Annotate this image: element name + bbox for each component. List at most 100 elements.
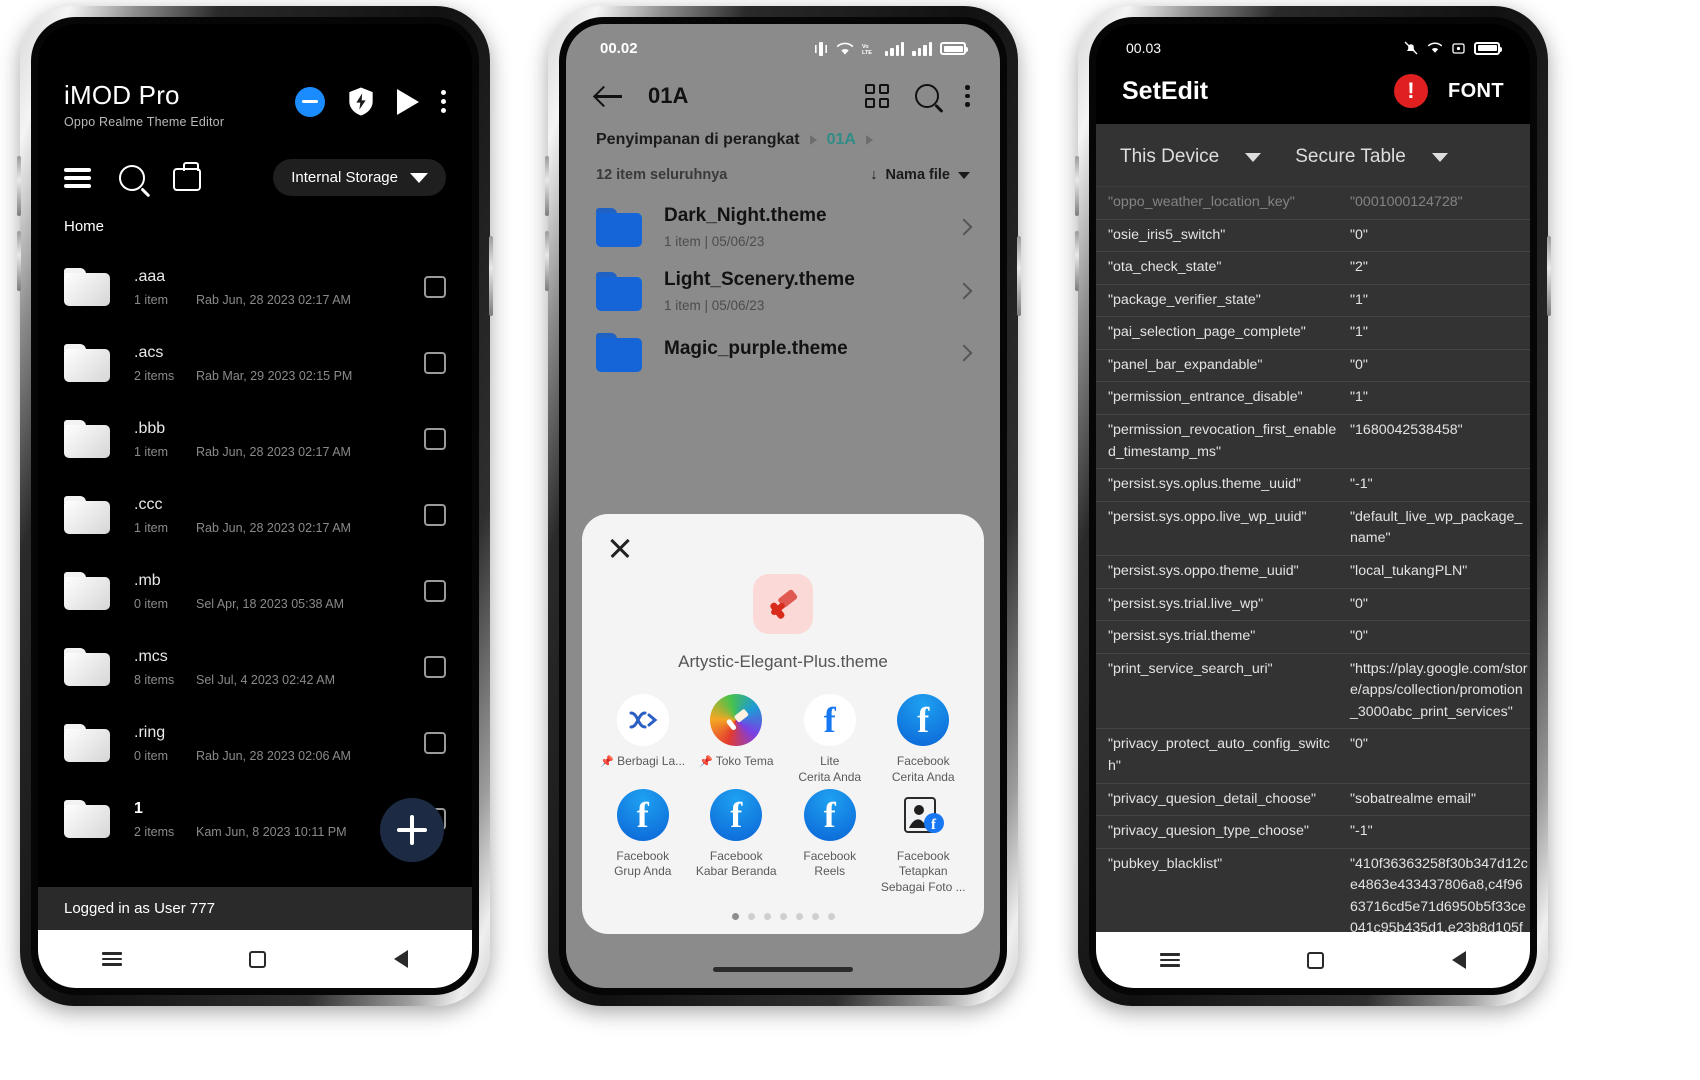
settings-row[interactable]: "osie_iris5_switch" "0" xyxy=(1096,218,1530,252)
file-list[interactable]: .aaa 1 item Rab Jun, 28 2023 02:17 AM .acs 2… xyxy=(38,235,472,887)
minus-circle-icon[interactable] xyxy=(295,86,325,117)
overflow-menu-icon[interactable] xyxy=(965,85,970,107)
file-checkbox[interactable] xyxy=(424,732,446,754)
settings-table[interactable]: "oppo_weather_location_key" "000100012472… xyxy=(1096,186,1530,932)
share-target[interactable]: 📌 Toko Tema xyxy=(690,694,784,785)
settings-row[interactable]: "pubkey_blacklist" "410f36363258f30b347d1… xyxy=(1096,847,1530,932)
share-target[interactable]: f Facebook Tetapkan Sebagai Foto ... xyxy=(877,789,971,895)
settings-row[interactable]: "persist.sys.trial.live_wp" "0" xyxy=(1096,587,1530,621)
share-target[interactable]: f Facebook Grup Anda xyxy=(596,788,690,895)
settings-row[interactable]: "persist.sys.oppo.theme_uuid" "local_tuka… xyxy=(1096,554,1530,588)
pager-dot[interactable] xyxy=(747,913,755,920)
power-button[interactable] xyxy=(489,236,493,316)
power-button-2[interactable] xyxy=(1017,236,1021,316)
settings-row[interactable]: "package_verifier_state" "1" xyxy=(1096,283,1530,317)
pager-dots[interactable] xyxy=(582,913,984,920)
power-button-3[interactable] xyxy=(1547,236,1551,316)
breadcrumb[interactable]: Penyimpanan di perangkat 01A xyxy=(566,109,1000,149)
pager-dot[interactable] xyxy=(795,913,803,920)
volume-up-button[interactable] xyxy=(17,156,21,216)
settings-row[interactable]: "persist.sys.oplus.theme_uuid" "-1" xyxy=(1096,468,1530,501)
settings-row[interactable]: "privacy_quesion_detail_choose" "sobatrea… xyxy=(1096,782,1530,816)
file-row[interactable]: Light_Scenery.theme 1 item | 05/06/23 xyxy=(566,259,1000,323)
folder-icon xyxy=(64,724,110,762)
file-row[interactable]: .ccc 1 item Rab Jun, 28 2023 02:17 AM xyxy=(38,477,472,553)
settings-row[interactable]: "privacy_protect_auto_config_switch" "0" xyxy=(1096,728,1530,782)
device-selector[interactable]: This Device xyxy=(1120,146,1262,168)
font-button[interactable]: FONT xyxy=(1448,80,1504,103)
share-target[interactable]: f Lite Cerita Anda xyxy=(783,694,877,785)
pager-dot[interactable] xyxy=(731,913,739,920)
share-target-grid[interactable]: 📌 Berbagi La... 📌 Toko Tema f Lite Cerita Anda… xyxy=(582,672,984,895)
search-icon[interactable] xyxy=(915,84,940,108)
share-target[interactable]: f Facebook Kabar Beranda xyxy=(690,788,784,895)
recents-icon[interactable] xyxy=(101,952,122,966)
close-icon[interactable] xyxy=(608,536,632,560)
file-row[interactable]: .bbb 1 item Rab Jun, 28 2023 02:17 AM xyxy=(38,401,472,477)
share-target[interactable]: f Facebook Reels xyxy=(783,788,877,895)
pager-dot[interactable] xyxy=(811,913,819,920)
shield-bolt-icon[interactable] xyxy=(347,86,375,117)
share-target[interactable]: f Facebook Cerita Anda xyxy=(877,694,971,785)
file-row[interactable]: Dark_Night.theme 1 item | 05/06/23 xyxy=(566,195,1000,259)
file-row[interactable]: .aaa 1 item Rab Jun, 28 2023 02:17 AM xyxy=(38,249,472,325)
briefcase-icon[interactable] xyxy=(173,162,201,191)
play-icon[interactable] xyxy=(397,88,419,115)
breadcrumb-current[interactable]: 01A xyxy=(827,131,856,149)
file-row[interactable]: .acs 2 items Rab Mar, 29 2023 02:15 PM xyxy=(38,325,472,401)
volume-up-button-3[interactable] xyxy=(1075,156,1079,216)
folder-icon xyxy=(64,420,110,458)
file-row[interactable]: .ring 0 item Rab Jun, 28 2023 02:06 AM xyxy=(38,705,472,781)
search-icon[interactable] xyxy=(119,164,145,191)
pager-dot[interactable] xyxy=(779,913,787,920)
settings-row[interactable]: "print_service_search_uri" "https://play.… xyxy=(1096,652,1530,729)
settings-row[interactable]: "persist.sys.trial.theme" "0" xyxy=(1096,620,1530,653)
volume-down-button-3[interactable] xyxy=(1075,231,1079,291)
settings-row[interactable]: "permission_revocation_first_enabled_tim… xyxy=(1096,414,1530,468)
file-checkbox[interactable] xyxy=(424,504,446,526)
pager-dot[interactable] xyxy=(763,913,771,920)
home-icon[interactable] xyxy=(249,950,267,968)
file-checkbox[interactable] xyxy=(424,656,446,678)
settings-row[interactable]: "permission_entrance_disable" "1" xyxy=(1096,381,1530,414)
share-target[interactable]: 📌 Berbagi La... xyxy=(596,694,690,785)
table-selector[interactable]: Secure Table xyxy=(1295,146,1448,168)
file-checkbox[interactable] xyxy=(424,428,446,450)
storage-selector[interactable]: Internal Storage xyxy=(273,159,446,196)
hamburger-icon[interactable] xyxy=(64,167,91,188)
volume-down-button[interactable] xyxy=(17,231,21,291)
sort-control[interactable]: ↓ Nama file xyxy=(870,167,970,183)
settings-row[interactable]: "oppo_weather_location_key" "000100012472… xyxy=(1096,186,1530,219)
volume-down-button-2[interactable] xyxy=(545,231,549,291)
file-checkbox[interactable] xyxy=(424,352,446,374)
overflow-menu-icon[interactable] xyxy=(441,90,446,113)
back-icon[interactable] xyxy=(394,950,409,968)
settings-row[interactable]: "panel_bar_expandable" "0" xyxy=(1096,348,1530,382)
file-row[interactable]: Magic_purple.theme xyxy=(566,323,1000,382)
home-icon[interactable] xyxy=(1307,951,1325,969)
recents-icon[interactable] xyxy=(1159,953,1180,967)
back-arrow-icon[interactable] xyxy=(596,83,622,109)
volume-up-button-2[interactable] xyxy=(545,156,549,216)
back-icon[interactable] xyxy=(1452,951,1467,969)
chevron-right-icon[interactable] xyxy=(955,218,973,236)
chevron-right-icon[interactable] xyxy=(955,344,973,361)
settings-row[interactable]: "privacy_quesion_type_choose" "-1" xyxy=(1096,815,1530,848)
add-button[interactable] xyxy=(380,798,444,862)
grid-view-icon[interactable] xyxy=(865,84,890,108)
home-indicator[interactable] xyxy=(713,967,853,972)
settings-row[interactable]: "persist.sys.oppo.live_wp_uuid" "default_… xyxy=(1096,500,1530,555)
settings-row[interactable]: "pai_selection_page_complete" "1" xyxy=(1096,316,1530,349)
chevron-right-icon[interactable] xyxy=(955,282,973,300)
breadcrumb-root[interactable]: Penyimpanan di perangkat xyxy=(596,131,800,149)
warning-icon[interactable]: ! xyxy=(1393,74,1428,108)
file-checkbox[interactable] xyxy=(424,580,446,602)
pager-dot[interactable] xyxy=(827,913,835,920)
file-checkbox[interactable] xyxy=(424,276,446,298)
file-row[interactable]: .mcs 8 items Sel Jul, 4 2023 02:42 AM xyxy=(38,629,472,705)
settings-row[interactable]: "ota_check_state" "2" xyxy=(1096,251,1530,284)
file-row[interactable]: .mb 0 item Sel Apr, 18 2023 05:38 AM xyxy=(38,553,472,629)
file-list[interactable]: Dark_Night.theme 1 item | 05/06/23 Light_S… xyxy=(566,183,1000,382)
file-meta: 0 item Sel Apr, 18 2023 05:38 AM xyxy=(134,597,344,611)
breadcrumb[interactable]: Home xyxy=(38,196,472,235)
